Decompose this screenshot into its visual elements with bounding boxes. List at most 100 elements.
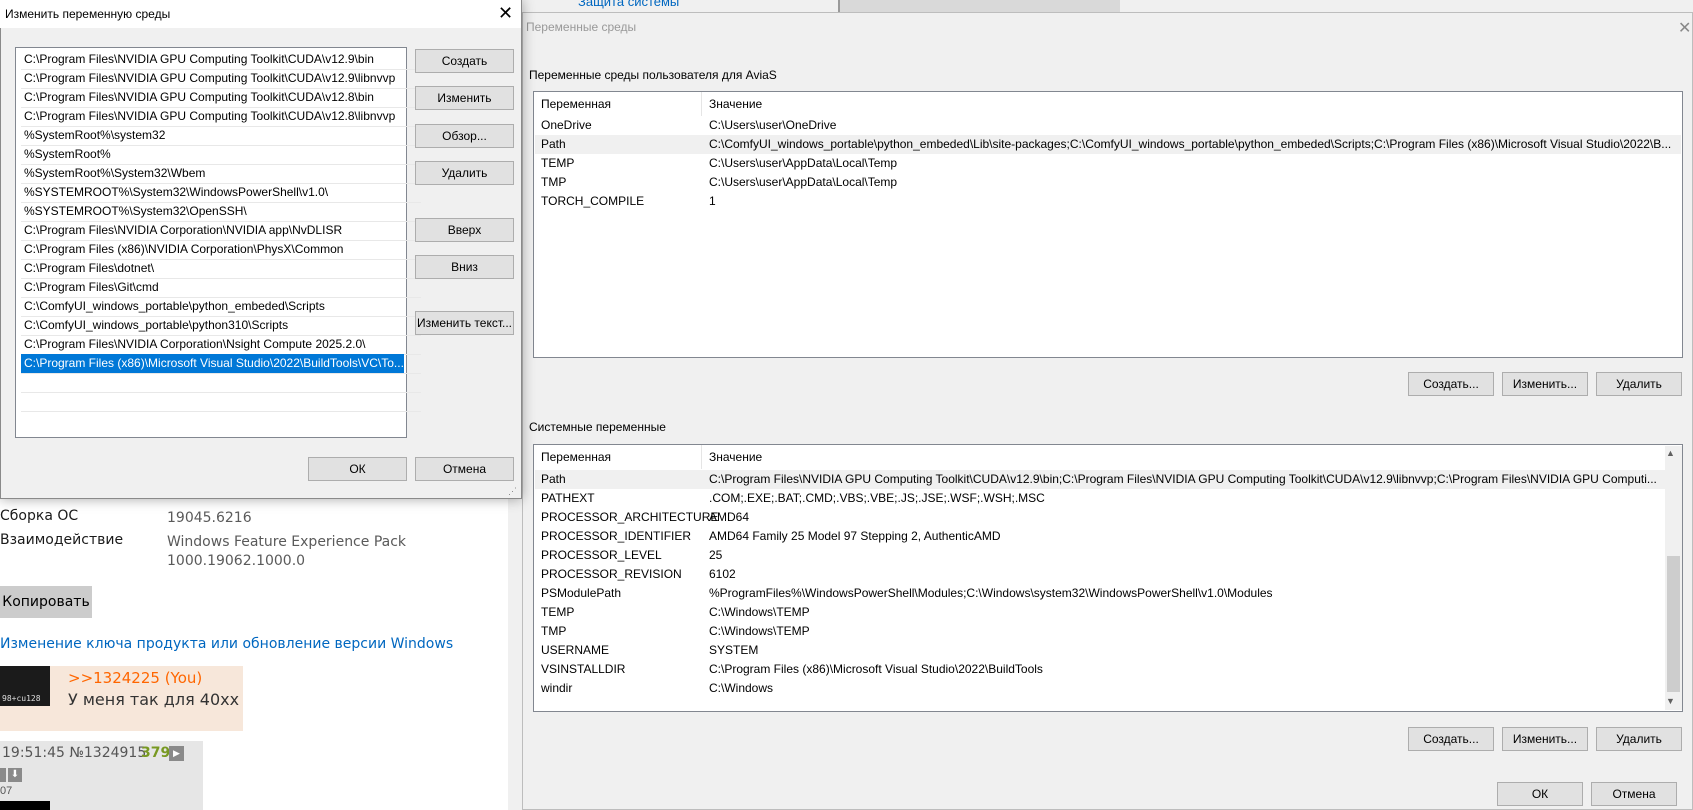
env-cancel-button[interactable]: Отмена (1591, 782, 1677, 806)
col-header-divider[interactable] (701, 92, 702, 116)
user-vars-list[interactable]: Переменная Значение OneDrive C:\Users\us… (533, 91, 1683, 358)
system-var-row[interactable]: PROCESSOR_LEVEL 25 (535, 546, 1665, 565)
close-icon[interactable]: ✕ (1678, 18, 1691, 38)
var-value: SYSTEM (709, 643, 759, 657)
system-var-row[interactable]: TEMP C:\Windows\TEMP (535, 603, 1665, 622)
path-list-item-selected[interactable]: C:\Program Files (x86)\Microsoft Visual … (21, 354, 404, 373)
var-value: AMD64 (709, 510, 750, 524)
var-value: AMD64 Family 25 Model 97 Stepping 2, Aut… (709, 529, 1001, 543)
scrollbar-thumb[interactable] (1667, 556, 1680, 692)
var-name: PROCESSOR_LEVEL (541, 548, 662, 562)
path-list-item[interactable]: C:\ComfyUI_windows_portable\python310\Sc… (21, 316, 421, 335)
browse-button[interactable]: Обзор... (415, 124, 514, 148)
scroll-down-icon[interactable]: ▼ (1666, 696, 1675, 706)
path-list-item[interactable]: C:\Program Files\NVIDIA Corporation\Nsig… (21, 335, 421, 354)
system-vars-list[interactable]: Переменная Значение Path C:\Program File… (533, 444, 1683, 712)
post-reply-link[interactable]: >>1324225 (You) (68, 669, 202, 687)
dialog-ok-button[interactable]: ОК (308, 457, 407, 481)
path-list-item[interactable]: C:\Program Files\Git\cmd (21, 278, 421, 297)
path-list-item[interactable]: C:\Program Files\NVIDIA GPU Computing To… (21, 107, 421, 126)
system-var-row[interactable]: VSINSTALLDIR C:\Program Files (x86)\Micr… (535, 660, 1665, 679)
col-header-value[interactable]: Значение (709, 92, 762, 116)
system-delete-button[interactable]: Удалить (1596, 727, 1682, 751)
path-list[interactable]: C:\Program Files\NVIDIA GPU Computing To… (15, 47, 421, 438)
path-text: C:\ComfyUI_windows_portable\python_embed… (24, 299, 325, 313)
path-list-item[interactable]: C:\Program Files\dotnet\ (21, 259, 421, 278)
var-name: windir (541, 681, 573, 695)
dialog-title: Изменить переменную среды (5, 7, 171, 21)
col-header-name[interactable]: Переменная (541, 92, 611, 116)
post-number-badge: 379 (141, 745, 171, 761)
path-list-item[interactable]: C:\Program Files\NVIDIA Corporation\NVID… (21, 221, 421, 240)
var-name: OneDrive (541, 118, 592, 132)
var-name: Path (541, 472, 566, 486)
var-value: C:\ComfyUI_windows_portable\python_embed… (709, 137, 1672, 151)
system-var-row[interactable]: windir C:\Windows (535, 679, 1665, 698)
system-var-row[interactable]: TMP C:\Windows\TEMP (535, 622, 1665, 641)
user-edit-button[interactable]: Изменить... (1502, 372, 1588, 396)
edit-text-button[interactable]: Изменить текст... (415, 311, 514, 335)
move-up-button[interactable]: Вверх (415, 218, 514, 242)
path-list-item[interactable]: C:\Program Files (x86)\NVIDIA Corporatio… (21, 240, 421, 259)
user-create-button[interactable]: Создать... (1408, 372, 1494, 396)
new-path-button[interactable]: Создать (415, 49, 514, 73)
path-list-item[interactable]: %SYSTEMROOT%\System32\WindowsPowerShell\… (21, 183, 421, 202)
system-edit-button[interactable]: Изменить... (1502, 727, 1588, 751)
copy-button[interactable]: Копировать (0, 586, 92, 618)
system-protection-link[interactable]: Защита системы (578, 0, 679, 9)
delete-path-button[interactable]: Удалить (415, 161, 514, 185)
path-text: C:\Program Files\NVIDIA GPU Computing To… (24, 71, 396, 85)
download-icon[interactable]: ⬇ (8, 768, 22, 782)
dialog-cancel-button[interactable]: Отмена (415, 457, 514, 481)
post-timestamp: 19:51:45 №1324915 (2, 745, 147, 761)
post-text: У меня так для 40хх (68, 690, 240, 709)
path-list-item[interactable]: C:\Program Files\NVIDIA GPU Computing To… (21, 50, 421, 69)
scroll-up-icon[interactable]: ▲ (1666, 448, 1675, 458)
path-list-item[interactable]: C:\Program Files\NVIDIA GPU Computing To… (21, 88, 421, 107)
var-name: TMP (541, 175, 567, 189)
play-icon[interactable]: ▶ (169, 746, 184, 761)
move-down-button[interactable]: Вниз (415, 255, 514, 279)
var-name: PATHEXT (541, 491, 595, 505)
user-var-row[interactable]: OneDrive C:\Users\user\OneDrive (535, 116, 1681, 135)
system-var-row[interactable]: PSModulePath %ProgramFiles%\WindowsPower… (535, 584, 1665, 603)
path-text: C:\Program Files (x86)\NVIDIA Corporatio… (24, 242, 344, 256)
path-divider (21, 373, 421, 374)
system-var-row[interactable]: USERNAME SYSTEM (535, 641, 1665, 660)
path-text: C:\Program Files\NVIDIA Corporation\Nsig… (24, 337, 366, 351)
path-text: C:\ComfyUI_windows_portable\python310\Sc… (24, 318, 289, 332)
col-header-divider[interactable] (701, 445, 702, 469)
close-icon[interactable]: ✕ (498, 3, 513, 24)
user-delete-button[interactable]: Удалить (1596, 372, 1682, 396)
path-list-item[interactable]: C:\ComfyUI_windows_portable\python_embed… (21, 297, 421, 316)
system-create-button[interactable]: Создать... (1408, 727, 1494, 751)
var-value: C:\Windows (709, 681, 774, 695)
resize-grip-icon[interactable]: ⋰ (508, 486, 517, 497)
user-var-row[interactable]: TORCH_COMPILE 1 (535, 192, 1681, 211)
path-text: C:\Program Files\NVIDIA GPU Computing To… (24, 90, 374, 104)
system-var-row[interactable]: PROCESSOR_ARCHITECTURE AMD64 (535, 508, 1665, 527)
col-header-name[interactable]: Переменная (541, 445, 611, 469)
var-value: %ProgramFiles%\WindowsPowerShell\Modules… (709, 586, 1273, 600)
edit-path-button[interactable]: Изменить (415, 86, 514, 110)
user-var-row[interactable]: TMP C:\Users\user\AppData\Local\Temp (535, 173, 1681, 192)
path-list-item[interactable]: %SystemRoot%\system32 (21, 126, 421, 145)
system-var-row-selected[interactable]: Path C:\Program Files\NVIDIA GPU Computi… (535, 470, 1665, 489)
background-divider (838, 0, 840, 12)
system-vars-group-label: Системные переменные (529, 420, 666, 434)
path-list-item[interactable]: %SystemRoot%\System32\Wbem (21, 164, 421, 183)
post-icon[interactable] (0, 768, 6, 782)
env-ok-button[interactable]: ОК (1497, 782, 1583, 806)
col-header-value[interactable]: Значение (709, 445, 762, 469)
user-var-row[interactable]: TEMP C:\Users\user\AppData\Local\Temp (535, 154, 1681, 173)
system-var-row[interactable]: PATHEXT .COM;.EXE;.BAT;.CMD;.VBS;.VBE;.J… (535, 489, 1665, 508)
product-key-link[interactable]: Изменение ключа продукта или обновление … (0, 636, 453, 652)
user-var-row-selected[interactable]: Path C:\ComfyUI_windows_portable\python_… (535, 135, 1681, 154)
system-var-row[interactable]: PROCESSOR_IDENTIFIER AMD64 Family 25 Mod… (535, 527, 1665, 546)
system-var-row[interactable]: PROCESSOR_REVISION 6102 (535, 565, 1665, 584)
path-text: C:\Program Files\NVIDIA Corporation\NVID… (24, 223, 343, 237)
path-list-item[interactable]: %SystemRoot% (21, 145, 421, 164)
path-list-item[interactable]: C:\Program Files\NVIDIA GPU Computing To… (21, 69, 421, 88)
path-list-item[interactable]: %SYSTEMROOT%\System32\OpenSSH\ (21, 202, 421, 221)
experience-version: 1000.19062.1000.0 (167, 553, 306, 569)
